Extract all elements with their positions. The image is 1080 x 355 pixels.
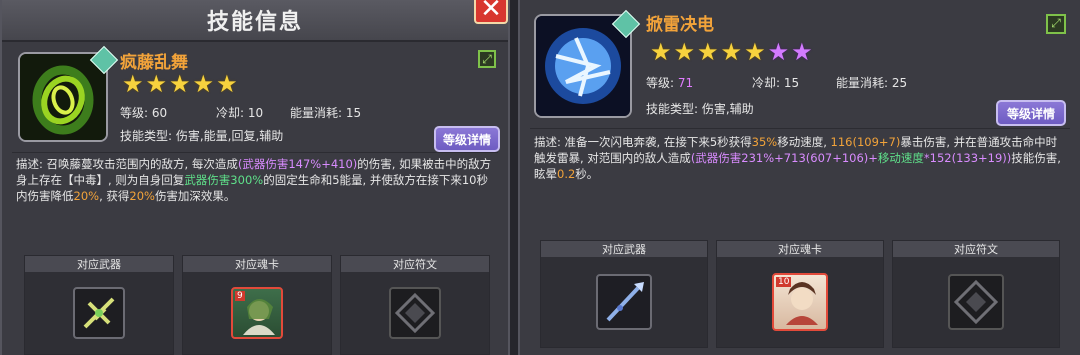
cooldown-value: 15	[783, 76, 800, 90]
expand-icon[interactable]: ⤢	[478, 50, 496, 68]
level-value: 71	[677, 76, 694, 90]
star-icon: ★	[169, 70, 191, 98]
crossbow-icon	[83, 297, 115, 329]
star-icon: ★	[720, 38, 743, 66]
desc-highlight: 20%	[73, 189, 100, 203]
desc-highlight: (武器伤害147%+410)	[237, 157, 358, 171]
cooldown-label: 冷却:	[752, 76, 781, 90]
slot-label: 对应魂卡	[183, 256, 331, 272]
desc-highlight: 35%	[751, 135, 778, 149]
energy-label: 能量消耗:	[836, 76, 889, 90]
weapon-slot[interactable]: 对应武器	[540, 240, 708, 348]
energy-stat: 能量消耗: 25	[836, 74, 907, 91]
purple-star-icon: ★	[791, 38, 813, 66]
soul-card-slot[interactable]: 对应魂卡 10	[716, 240, 884, 348]
divider	[12, 152, 498, 153]
energy-value: 25	[891, 76, 908, 90]
equipment-slots: 对应武器 对应魂卡 9 对应符文	[24, 255, 490, 355]
soul-card-slot[interactable]: 对应魂卡 9	[182, 255, 332, 355]
vine-swirl-icon	[20, 54, 106, 140]
rune-icon[interactable]	[948, 274, 1004, 330]
star-rating: ★ ★ ★ ★ ★ ★ ★	[650, 40, 813, 64]
left-skill-panel: 技能信息 ✕ 疯藤乱舞 ★ ★ ★ ★ ★ 等级: 60 冷却: 10 能量消耗…	[0, 0, 510, 355]
card-level: 9	[235, 291, 245, 301]
level-label: 等级:	[646, 76, 675, 90]
right-skill-panel: 掀雷决电 ★ ★ ★ ★ ★ ★ ★ 等级: 71 冷却: 15 能量消耗: 2…	[518, 0, 1080, 355]
rune-slot[interactable]: 对应符文	[340, 255, 490, 355]
soul-card-icon[interactable]: 9	[231, 287, 283, 339]
panel-titlebar: 技能信息	[2, 0, 508, 42]
energy-value: 15	[345, 106, 362, 120]
level-detail-button[interactable]: 等级详情	[434, 126, 500, 152]
desc-text: , 获得	[99, 189, 130, 203]
star-icon: ★	[192, 70, 215, 98]
slot-label: 对应符文	[341, 256, 489, 272]
weapon-slot[interactable]: 对应武器	[24, 255, 174, 355]
cooldown-stat: 冷却: 15	[752, 74, 799, 91]
star-icon: ★	[744, 38, 766, 66]
desc-text: 伤害加深效果。	[154, 189, 236, 203]
desc-text: 秒。	[575, 167, 599, 181]
desc-highlight: 20%	[129, 189, 155, 203]
desc-text: 描述: 召唤藤蔓攻击范围内的敌方, 每次造成	[16, 157, 238, 171]
spear-icon	[606, 282, 644, 322]
cooldown-label: 冷却:	[216, 106, 245, 120]
star-icon: ★	[216, 70, 238, 98]
slot-label: 对应武器	[25, 256, 173, 272]
rune-icon[interactable]	[389, 287, 441, 339]
star-icon: ★	[697, 38, 719, 66]
desc-highlight: *152(133+19))	[923, 151, 1012, 165]
slot-label: 对应魂卡	[717, 241, 883, 257]
desc-highlight: 武器伤害300%	[184, 173, 264, 187]
lightning-orb-icon	[536, 16, 630, 116]
slot-label: 对应符文	[893, 241, 1059, 257]
purple-star-icon: ★	[767, 38, 790, 66]
card-level: 10	[776, 277, 792, 287]
close-button[interactable]: ✕	[474, 0, 508, 24]
soul-card-icon[interactable]: 10	[772, 273, 828, 331]
desc-highlight: 0.2	[557, 167, 576, 181]
star-icon: ★	[650, 38, 672, 66]
rune-emblem-icon	[953, 279, 999, 325]
skill-description: 描述: 召唤藤蔓攻击范围内的敌方, 每次造成(武器伤害147%+410)的伤害,…	[16, 156, 498, 204]
level-detail-button[interactable]: 等级详情	[996, 100, 1066, 126]
skill-type: 技能类型: 伤害,能量,回复,辅助	[120, 129, 284, 143]
spear-weapon-icon[interactable]	[596, 274, 652, 330]
star-icon: ★	[145, 70, 168, 98]
equipment-slots: 对应武器 对应魂卡 10 对应符文	[540, 240, 1060, 348]
cooldown-stat: 冷却: 10	[216, 104, 263, 121]
panel-title: 技能信息	[206, 10, 303, 35]
star-icon: ★	[122, 70, 144, 98]
level-stat: 等级: 71	[646, 74, 693, 91]
level-stat: 等级: 60	[120, 104, 167, 121]
star-rating: ★ ★ ★ ★ ★	[122, 72, 238, 96]
skill-description: 描述: 准备一次闪电奔袭, 在接下来5秒获得35%移动速度, 116(109+7…	[534, 134, 1068, 182]
desc-text: 移动速度,	[777, 135, 831, 149]
level-value: 60	[151, 106, 168, 120]
rune-slot[interactable]: 对应符文	[892, 240, 1060, 348]
desc-highlight: (武器伤害231%+713(607+106)+	[690, 151, 878, 165]
crossbow-weapon-icon[interactable]	[73, 287, 125, 339]
desc-highlight: 移动速度	[877, 151, 924, 165]
skill-type: 技能类型: 伤害,辅助	[646, 102, 754, 116]
energy-label: 能量消耗:	[290, 106, 343, 120]
expand-icon[interactable]: ⤢	[1046, 14, 1066, 34]
rune-emblem-icon	[394, 292, 436, 334]
desc-highlight: 116(109+7)	[830, 135, 901, 149]
slot-label: 对应武器	[541, 241, 707, 257]
cooldown-value: 10	[247, 106, 264, 120]
skill-name: 掀雷决电	[646, 15, 714, 35]
divider	[530, 128, 1070, 129]
desc-text: 描述: 准备一次闪电奔袭, 在接下来5秒获得	[534, 135, 752, 149]
star-icon: ★	[673, 38, 696, 66]
level-label: 等级:	[120, 106, 149, 120]
energy-stat: 能量消耗: 15	[290, 104, 361, 121]
